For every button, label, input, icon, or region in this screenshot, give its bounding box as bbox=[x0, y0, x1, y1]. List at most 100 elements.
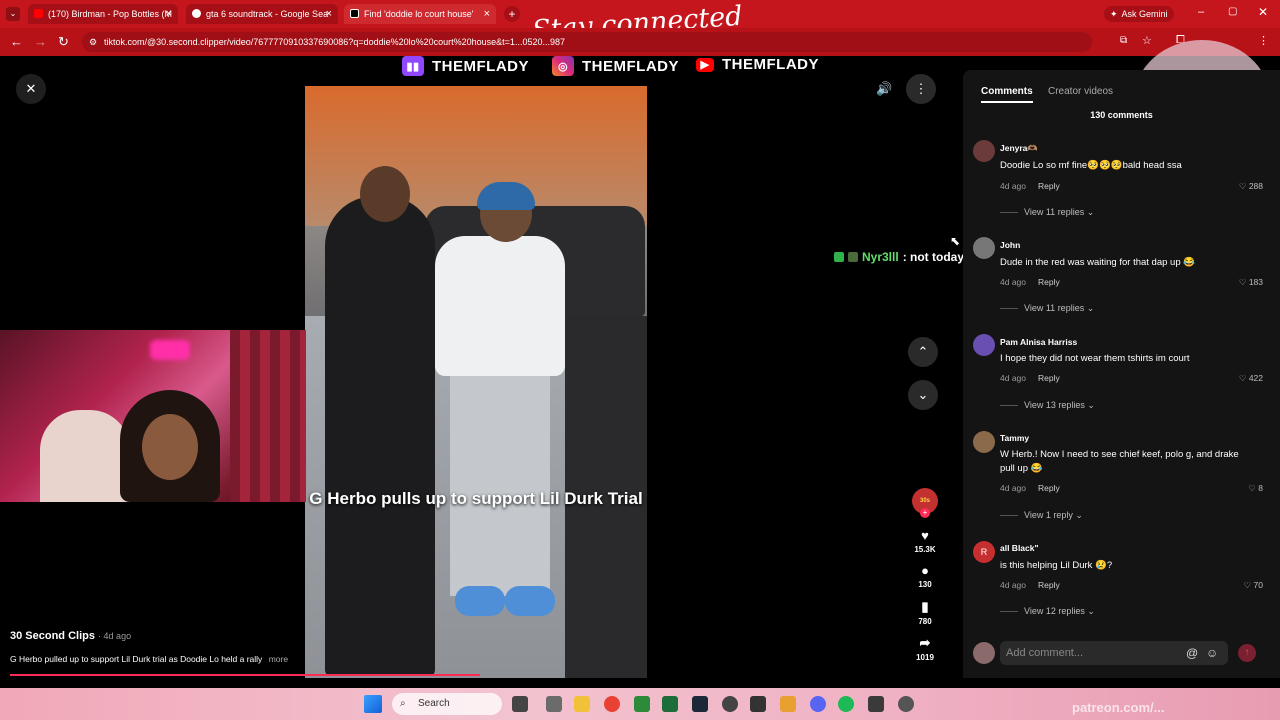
comment-button[interactable]: ● 130 bbox=[910, 563, 940, 589]
share-button[interactable]: ➦ 1019 bbox=[910, 635, 940, 662]
comment-like-button[interactable]: ♡ 288 bbox=[1239, 181, 1263, 192]
emoji-icon[interactable]: ☺ bbox=[1206, 641, 1218, 665]
reply-button[interactable]: Reply bbox=[1038, 277, 1060, 287]
comment-like-count: 8 bbox=[1258, 483, 1263, 493]
tab-label: (170) Birdman - Pop Bottles (M bbox=[48, 9, 173, 19]
chat-message: Nyr3lll : not today bbox=[834, 250, 964, 264]
person-white-shirt bbox=[435, 236, 565, 376]
comment-author[interactable]: Tammy bbox=[1000, 433, 1029, 443]
comment-like-button[interactable]: ♡ 183 bbox=[1239, 277, 1263, 288]
avatar[interactable] bbox=[973, 334, 995, 356]
avatar[interactable] bbox=[973, 431, 995, 453]
view-replies-button[interactable]: View 12 replies ⌄ bbox=[1000, 606, 1095, 617]
avatar[interactable]: R bbox=[973, 541, 995, 563]
settings-gear-icon[interactable] bbox=[722, 696, 738, 712]
grey-pants bbox=[450, 376, 550, 596]
save-button[interactable]: ▮ 780 bbox=[910, 599, 940, 626]
tab-birdman[interactable]: (170) Birdman - Pop Bottles (M × bbox=[28, 4, 178, 24]
volume-icon[interactable]: 🔊 bbox=[876, 81, 892, 97]
social-instagram: ◎ THEMFLADY bbox=[552, 56, 679, 76]
forward-icon[interactable]: → bbox=[34, 34, 47, 49]
next-video-button[interactable]: ⌄ bbox=[908, 380, 938, 410]
close-tab-icon[interactable]: × bbox=[484, 8, 490, 20]
tab-tiktok-active[interactable]: Find 'doddie lo court house' × bbox=[344, 4, 496, 24]
post-comment-button[interactable]: ↑ bbox=[1238, 644, 1256, 662]
add-comment-input[interactable]: Add comment... @ ☺ bbox=[1000, 641, 1228, 665]
heart-icon: ♥ bbox=[921, 528, 929, 543]
webcam-overlay bbox=[0, 330, 306, 502]
task-view-icon[interactable] bbox=[512, 696, 528, 712]
chrome-icon[interactable] bbox=[604, 696, 620, 712]
site-info-icon[interactable]: ⚙ bbox=[89, 32, 97, 52]
view-replies-button[interactable]: View 11 replies ⌄ bbox=[1000, 303, 1094, 314]
follow-plus-icon[interactable]: + bbox=[920, 508, 930, 518]
comment-author[interactable]: Jenyra🫶🏽 bbox=[1000, 143, 1038, 154]
steam-icon[interactable] bbox=[692, 696, 708, 712]
close-window-icon[interactable]: ✕ bbox=[1258, 5, 1268, 19]
bookmark-star-icon[interactable]: ☆ bbox=[1142, 34, 1152, 47]
widgets-icon[interactable] bbox=[546, 696, 562, 712]
spotify-icon[interactable] bbox=[838, 696, 854, 712]
comment-like-count: 288 bbox=[1248, 181, 1263, 191]
tab-creator-videos[interactable]: Creator videos bbox=[1048, 86, 1113, 97]
blue-shoe-right bbox=[505, 586, 555, 616]
reply-button[interactable]: Reply bbox=[1038, 181, 1060, 191]
wall-decor bbox=[230, 330, 306, 502]
browser-menu-icon[interactable]: ⋮ bbox=[1258, 34, 1269, 47]
view-replies-button[interactable]: View 13 replies ⌄ bbox=[1000, 400, 1095, 411]
minimize-window-icon[interactable]: – bbox=[1198, 6, 1204, 18]
share-count: 1019 bbox=[916, 653, 934, 662]
more-options-button[interactable]: ⋮ bbox=[906, 74, 936, 104]
comment-author[interactable]: John bbox=[1000, 240, 1020, 250]
taskbar-search[interactable]: ⌕ Search bbox=[392, 693, 502, 715]
previous-video-button[interactable]: ⌃ bbox=[908, 337, 938, 367]
back-icon[interactable]: ← bbox=[10, 34, 23, 49]
like-button[interactable]: ♥ 15.3K bbox=[910, 528, 940, 554]
avatar[interactable] bbox=[973, 237, 995, 259]
comment-age: 4d ago bbox=[1000, 483, 1026, 493]
reply-button[interactable]: Reply bbox=[1038, 483, 1060, 493]
tab-list-icon[interactable]: ⌄ bbox=[6, 7, 20, 21]
excel-icon[interactable] bbox=[662, 696, 678, 712]
reply-button[interactable]: Reply bbox=[1038, 373, 1060, 383]
discord-icon[interactable] bbox=[810, 696, 826, 712]
tab-google[interactable]: gta 6 soundtrack - Google Sea × bbox=[186, 4, 338, 24]
video-author[interactable]: 30 Second Clips bbox=[10, 630, 95, 642]
mention-icon[interactable]: @ bbox=[1186, 641, 1198, 665]
tab-comments[interactable]: Comments bbox=[981, 86, 1033, 97]
view-replies-button[interactable]: View 1 reply ⌄ bbox=[1000, 510, 1083, 521]
comment-author[interactable]: all Black" bbox=[1000, 543, 1039, 553]
ask-gemini-button[interactable]: ✦ Ask Gemini bbox=[1104, 6, 1174, 22]
comment-like-button[interactable]: ♡ 422 bbox=[1239, 373, 1263, 384]
avatar[interactable] bbox=[973, 140, 995, 162]
app-icon-orange[interactable] bbox=[780, 696, 796, 712]
reload-icon[interactable]: ↻ bbox=[58, 34, 69, 50]
comment-like-button[interactable]: ♡ 8 bbox=[1248, 483, 1263, 494]
terminal-icon[interactable] bbox=[868, 696, 884, 712]
new-tab-icon[interactable]: + bbox=[504, 6, 520, 22]
video-player[interactable]: G Herbo pulls up to support Lil Durk Tri… bbox=[305, 86, 647, 678]
progress-bar[interactable] bbox=[10, 674, 480, 676]
xbox-icon[interactable] bbox=[634, 696, 650, 712]
close-tab-icon[interactable]: × bbox=[326, 8, 332, 20]
windows-start-icon[interactable] bbox=[364, 695, 382, 713]
more-link[interactable]: more bbox=[269, 654, 288, 664]
install-app-icon[interactable]: ⧉ bbox=[1120, 35, 1127, 46]
neon-sign bbox=[150, 340, 190, 360]
twitch-icon: ▮▮ bbox=[402, 56, 424, 76]
url-input[interactable]: ⚙ tiktok.com/@30.second.clipper/video/76… bbox=[82, 32, 1092, 52]
file-explorer-icon[interactable] bbox=[574, 696, 590, 712]
comment-like-button[interactable]: ♡ 70 bbox=[1244, 580, 1263, 591]
close-tab-icon[interactable]: × bbox=[166, 8, 172, 20]
app-icon[interactable] bbox=[750, 696, 766, 712]
person-left-head bbox=[360, 166, 410, 222]
view-replies-button[interactable]: View 11 replies ⌄ bbox=[1000, 207, 1094, 218]
blue-beanie bbox=[477, 182, 535, 210]
comment-author[interactable]: Pam Alnisa Harriss bbox=[1000, 337, 1077, 347]
share-arrow-icon: ➦ bbox=[919, 635, 931, 650]
obs-icon[interactable] bbox=[898, 696, 914, 712]
close-video-button[interactable]: ✕ bbox=[16, 74, 46, 104]
maximize-window-icon[interactable]: ▢ bbox=[1228, 6, 1237, 17]
reply-button[interactable]: Reply bbox=[1038, 580, 1060, 590]
video-description-row: G Herbo pulled up to support Lil Durk tr… bbox=[10, 654, 288, 664]
